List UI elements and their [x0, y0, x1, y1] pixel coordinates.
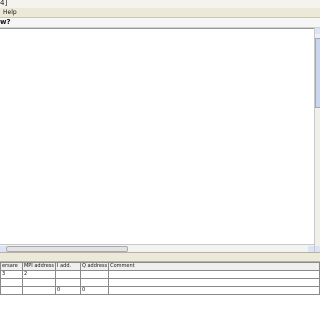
table-cell[interactable]: [55, 270, 81, 279]
menu-bar: Help: [0, 8, 320, 18]
table-cell[interactable]: [21, 286, 57, 295]
table-cell[interactable]: [0, 278, 23, 287]
column-header[interactable]: MPI address: [21, 262, 57, 271]
window-title: 4]: [0, 0, 8, 7]
table-cell[interactable]: [55, 278, 81, 287]
symbol-table: ersare MPI address I add. Q address Comm…: [0, 262, 320, 295]
table-cell[interactable]: [0, 286, 23, 295]
column-header[interactable]: ersare: [0, 262, 23, 271]
title-bar: 4]: [0, 0, 320, 8]
table-header-row: ersare MPI address I add. Q address Comm…: [0, 262, 320, 271]
column-header[interactable]: I add.: [55, 262, 81, 271]
toolbar-prompt: w?: [0, 18, 11, 26]
table-cell[interactable]: 0: [55, 286, 81, 295]
vertical-scrollbar[interactable]: [314, 28, 320, 252]
toolbar: w?: [0, 18, 320, 27]
table-cell[interactable]: [79, 278, 110, 287]
editor-area[interactable]: [0, 28, 316, 245]
table-cell[interactable]: 2: [21, 270, 57, 279]
application-window: 4] Help w? ersare MPI address I add. Q a…: [0, 0, 320, 320]
table-cell[interactable]: [21, 278, 57, 287]
table-cell[interactable]: [108, 286, 320, 295]
table-row[interactable]: 0 0: [0, 286, 320, 295]
vertical-scroll-thumb[interactable]: [315, 38, 320, 108]
symbol-table-pane: ersare MPI address I add. Q address Comm…: [0, 262, 320, 320]
scroll-up-arrow-icon[interactable]: [315, 28, 320, 34]
column-header[interactable]: Comment: [108, 262, 320, 271]
table-cell[interactable]: 0: [79, 286, 110, 295]
table-cell[interactable]: [79, 270, 110, 279]
table-cell[interactable]: 3: [0, 270, 23, 279]
pane-splitter[interactable]: [0, 252, 320, 262]
table-cell[interactable]: [108, 278, 320, 287]
menu-item-help[interactable]: Help: [3, 8, 17, 17]
column-header[interactable]: Q address: [79, 262, 110, 271]
table-cell[interactable]: [108, 270, 320, 279]
table-row[interactable]: 3 2: [0, 270, 320, 279]
table-row[interactable]: [0, 278, 320, 287]
